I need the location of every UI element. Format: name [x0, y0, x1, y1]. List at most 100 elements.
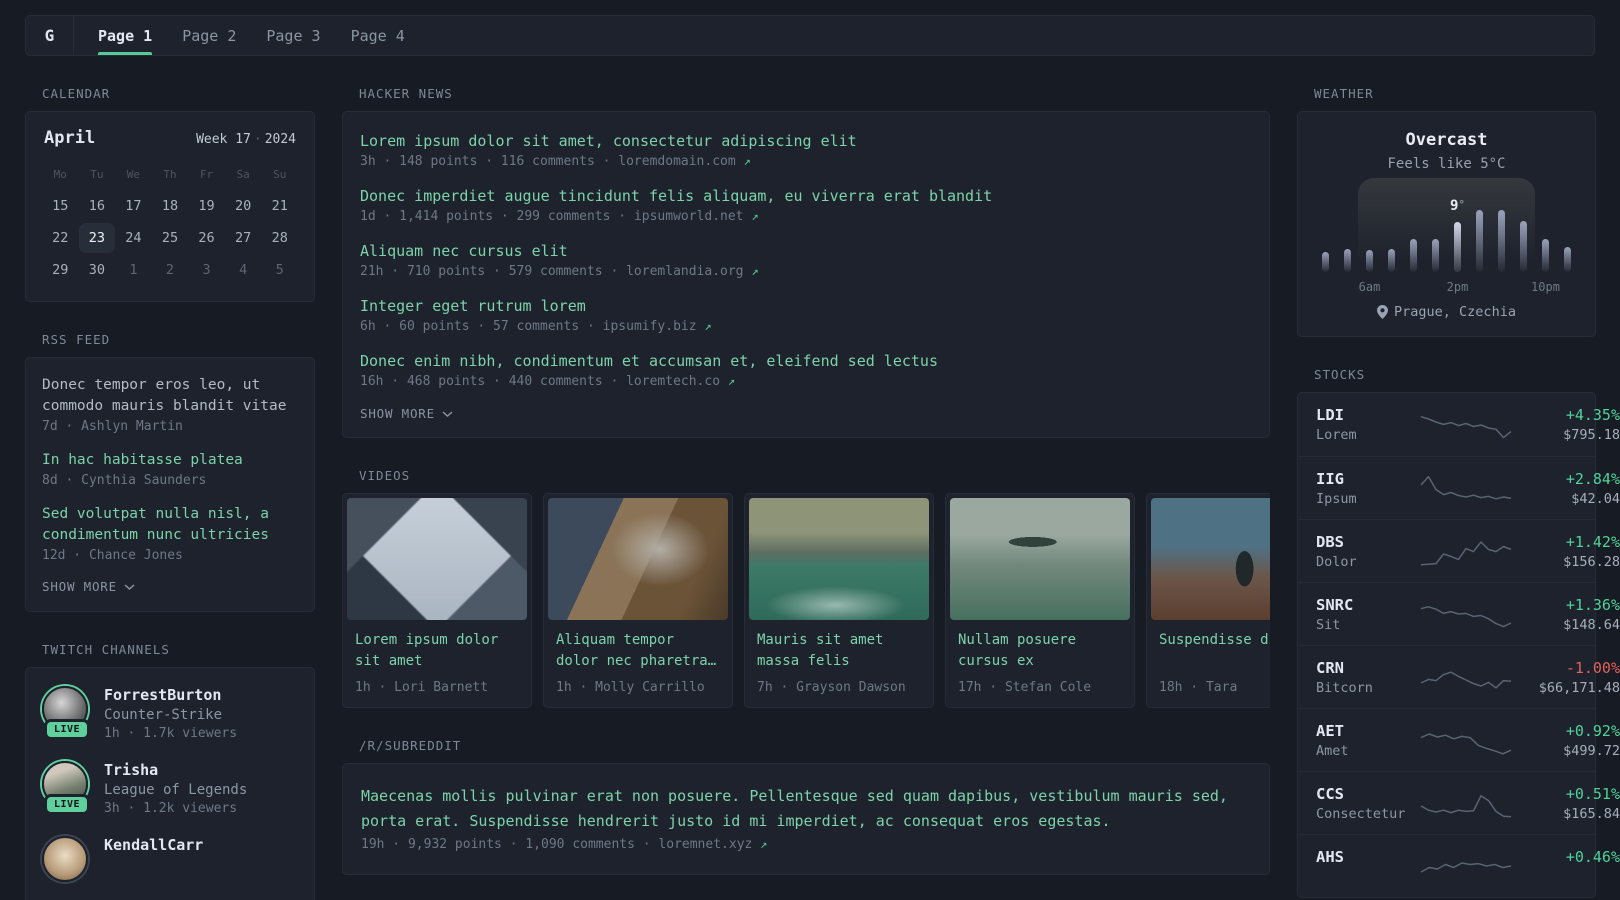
calendar-day[interactable]: 25 — [152, 223, 189, 253]
daylight-highlight — [1358, 178, 1535, 276]
rss-item-link[interactable]: Sed volutpat nulla nisl, a condimentum n… — [42, 504, 298, 546]
calendar-day[interactable]: 26 — [188, 223, 225, 253]
video-card: Suspendisse diam 18h · Tara — [1146, 493, 1270, 708]
calendar-day[interactable]: 20 — [225, 191, 262, 221]
channel-name-link[interactable]: Trisha — [104, 761, 247, 779]
subreddit-widget-title: /R/SUBREDDIT — [359, 738, 462, 753]
hn-item-meta: 1d · 1,414 points · 299 comments · ipsum… — [360, 209, 1252, 224]
video-title-link[interactable]: Suspendisse diam — [1159, 630, 1270, 672]
stock-sparkline — [1420, 848, 1512, 884]
subreddit-post-meta: 19h · 9,932 points · 1,090 comments · lo… — [361, 837, 1251, 852]
calendar-day[interactable]: 22 — [42, 223, 79, 253]
calendar-day-selected[interactable]: 23 — [78, 223, 116, 253]
video-title-link[interactable]: Lorem ipsum dolor sit amet consectetu… — [355, 630, 519, 672]
video-thumbnail[interactable] — [1151, 498, 1270, 620]
video-title-link[interactable]: Aliquam tempor dolor nec pharetra… — [556, 630, 720, 672]
calendar-day[interactable]: 28 — [261, 223, 298, 253]
rss-show-more-button[interactable]: SHOW MORE — [42, 579, 298, 594]
external-link-icon: ↗ — [760, 837, 768, 851]
stock-price: $165.84 — [1563, 805, 1620, 822]
hn-item-link[interactable]: Donec enim nibh, condimentum et accumsan… — [360, 350, 1252, 372]
video-thumbnail[interactable] — [749, 498, 929, 620]
channel-viewers: 3h · 1.2k viewers — [104, 801, 238, 816]
rss-item-link[interactable]: In hac habitasse platea — [42, 450, 298, 471]
degree-symbol: ° — [1458, 198, 1466, 211]
video-meta: 18h · Tara — [1159, 680, 1238, 695]
hn-domain-link[interactable]: loremlandia.org — [626, 264, 743, 279]
calendar-day[interactable]: 2 — [152, 255, 189, 285]
calendar-day[interactable]: 4 — [225, 255, 262, 285]
rss-item: Sed volutpat nulla nisl, a condimentum n… — [42, 504, 298, 563]
videos-widget: Lorem ipsum dolor sit amet consectetu… 1… — [342, 493, 1270, 708]
video-card: Aliquam tempor dolor nec pharetra… 1h · … — [543, 493, 733, 708]
hn-domain-link[interactable]: ipsumworld.net — [634, 209, 744, 224]
stock-name: Consectetur — [1316, 805, 1406, 822]
hn-show-more-button[interactable]: SHOW MORE — [360, 406, 1252, 421]
rss-item-meta: 7d · Ashlyn Martin — [42, 419, 183, 434]
stock-symbol: CRN — [1316, 658, 1344, 677]
stock-change: +0.92% — [1565, 721, 1620, 740]
stock-price: $66,171.48 — [1538, 679, 1620, 696]
hn-meta-text: 16h · 468 points · 440 comments · — [360, 374, 627, 389]
video-thumbnail[interactable] — [548, 498, 728, 620]
external-link-icon: ↗ — [727, 374, 736, 388]
channel-name-link[interactable]: ForrestBurton — [104, 686, 237, 704]
chevron-down-icon — [124, 583, 135, 590]
calendar-day[interactable]: 30 — [79, 255, 116, 285]
stock-sparkline — [1420, 722, 1512, 758]
calendar-day[interactable]: 5 — [261, 255, 298, 285]
channel-name-link[interactable]: KendallCarr — [104, 836, 203, 854]
avatar: LIVE — [42, 761, 91, 815]
weather-bar — [1520, 221, 1527, 272]
hn-domain-link[interactable]: ipsumify.biz — [603, 319, 697, 334]
subreddit-widget: Maecenas mollis pulvinar erat non posuer… — [342, 763, 1270, 875]
stock-change: +0.51% — [1565, 784, 1620, 803]
calendar-day[interactable]: 16 — [79, 191, 116, 221]
channel-viewers: 1h · 1.7k viewers — [104, 726, 238, 741]
hn-domain-link[interactable]: loremdomain.com — [618, 154, 735, 169]
tab-page-4[interactable]: Page 4 — [351, 16, 405, 55]
calendar-widget: April Week 17 · 2024 Mo Tu We Th Fr Sa Su … — [25, 111, 315, 302]
app-logo[interactable]: G — [26, 16, 74, 55]
calendar-day[interactable]: 29 — [42, 255, 79, 285]
calendar-day[interactable]: 18 — [152, 191, 189, 221]
subreddit-domain-link[interactable]: loremnet.xyz — [658, 837, 752, 852]
calendar-week-year: Week 17 · 2024 — [196, 132, 296, 147]
external-link-icon: ↗ — [743, 154, 751, 168]
hn-item-link[interactable]: Aliquam nec cursus elit — [360, 240, 1252, 262]
stock-name: Ipsum — [1316, 490, 1357, 507]
video-title-link[interactable]: Mauris sit amet massa felis — [757, 630, 921, 672]
subreddit-post-link[interactable]: Maecenas mollis pulvinar erat non posuer… — [361, 784, 1251, 834]
hn-item-link[interactable]: Donec imperdiet augue tincidunt felis al… — [360, 185, 1252, 207]
calendar-day[interactable]: 21 — [261, 191, 298, 221]
calendar-day[interactable]: 19 — [188, 191, 225, 221]
stock-row: LDI Lorem +4.35% $795.18 — [1298, 393, 1620, 456]
hn-item-link[interactable]: Lorem ipsum dolor sit amet, consectetur … — [360, 130, 1252, 152]
nav-tabs: Page 1 Page 2 Page 3 Page 4 — [98, 16, 405, 55]
hn-item-link[interactable]: Integer eget rutrum lorem — [360, 295, 1252, 317]
weather-bar — [1366, 250, 1373, 272]
stock-sparkline — [1420, 596, 1512, 632]
rss-item: In hac habitasse platea 8d · Cynthia Sau… — [42, 450, 298, 488]
calendar-day[interactable]: 1 — [115, 255, 152, 285]
tab-page-3[interactable]: Page 3 — [266, 16, 320, 55]
calendar-day[interactable]: 27 — [225, 223, 262, 253]
video-thumbnail[interactable] — [950, 498, 1130, 620]
stock-price: $148.64 — [1563, 616, 1620, 633]
video-thumbnail[interactable] — [347, 498, 527, 620]
external-link-icon: ↗ — [751, 264, 759, 278]
weather-bar — [1564, 247, 1571, 272]
weather-bar — [1410, 239, 1417, 272]
rss-item-link[interactable]: Donec tempor eros leo, ut commodo mauris… — [42, 375, 298, 417]
hn-domain-link[interactable]: loremtech.co — [626, 374, 720, 389]
tab-page-1[interactable]: Page 1 — [98, 16, 153, 55]
video-title-link[interactable]: Nullam posuere cursus ex — [958, 630, 1122, 672]
tab-page-2[interactable]: Page 2 — [182, 16, 236, 55]
video-meta: 7h · Grayson Dawson — [757, 680, 906, 695]
calendar-day[interactable]: 3 — [188, 255, 225, 285]
calendar-day[interactable]: 17 — [115, 191, 152, 221]
calendar-day[interactable]: 24 — [115, 223, 152, 253]
calendar-day[interactable]: 15 — [42, 191, 79, 221]
twitch-widget-title: TWITCH CHANNELS — [42, 642, 170, 657]
separator-dot: · — [253, 132, 262, 147]
